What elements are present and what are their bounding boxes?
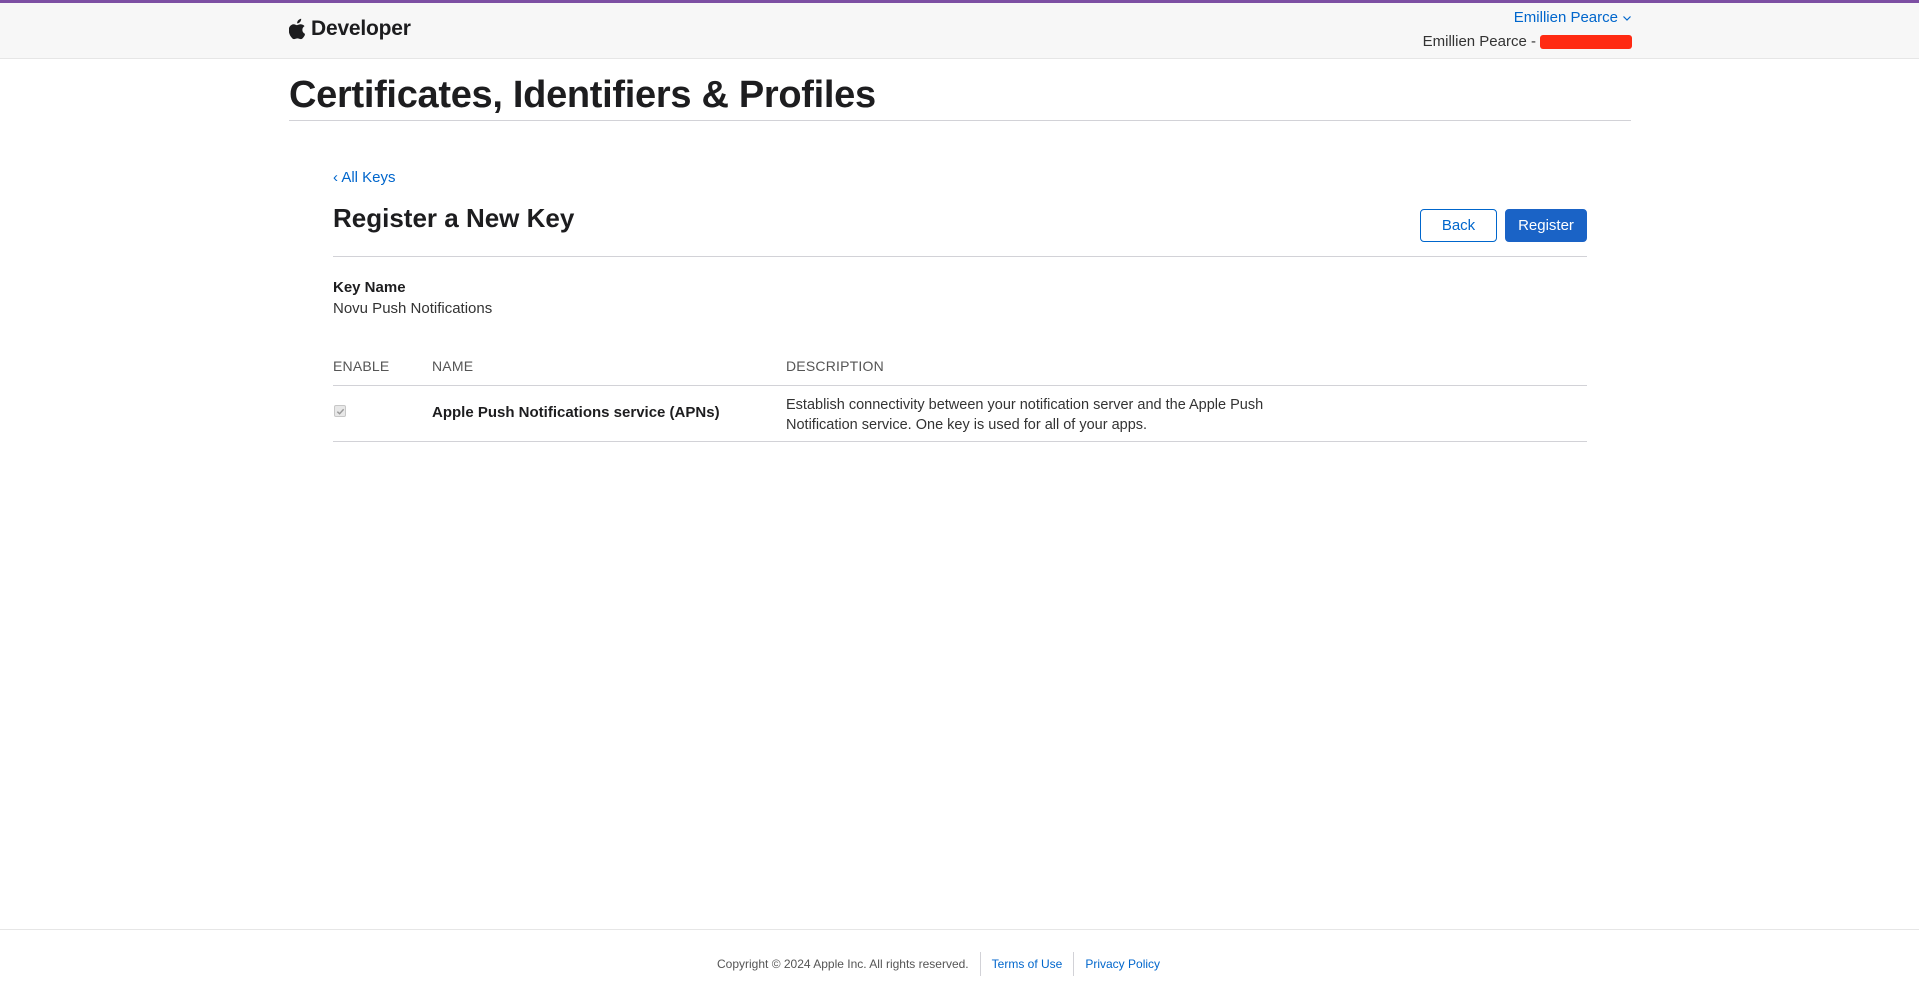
brand-text: Developer [311, 17, 411, 40]
footer-content: Copyright © 2024 Apple Inc. All rights r… [717, 952, 1160, 976]
table-row-divider [333, 441, 1587, 442]
apple-logo-icon [289, 18, 306, 40]
section-divider [333, 256, 1587, 257]
checkmark-icon [336, 408, 344, 415]
enable-checkbox[interactable] [334, 405, 346, 417]
developer-brand[interactable]: Developer [289, 17, 411, 41]
account-menu: Emillien Pearce Emillien Pearce - [1423, 9, 1632, 50]
terms-of-use-link[interactable]: Terms of Use [992, 957, 1063, 971]
all-keys-link[interactable]: ‹ All Keys [333, 169, 396, 186]
redacted-team-id [1540, 34, 1632, 49]
register-button[interactable]: Register [1505, 209, 1587, 242]
account-name: Emillien Pearce [1513, 9, 1618, 26]
team-name: Emillien Pearce - [1422, 33, 1536, 50]
key-name-label: Key Name [333, 279, 406, 296]
back-button[interactable]: Back [1420, 209, 1497, 242]
key-name-value: Novu Push Notifications [333, 300, 493, 317]
service-description: Establish connectivity between your noti… [786, 397, 1264, 433]
title-divider [289, 120, 1631, 121]
privacy-policy-link[interactable]: Privacy Policy [1085, 957, 1160, 971]
page-title: Certificates, Identifiers & Profiles [289, 74, 876, 116]
footer-separator [979, 952, 981, 976]
service-name: Apple Push Notifications service (APNs) [432, 404, 720, 421]
account-dropdown[interactable]: Emillien Pearce [1514, 9, 1632, 26]
footer-separator [1073, 952, 1075, 976]
copyright-text: Copyright © 2024 Apple Inc. All rights r… [717, 957, 969, 971]
global-nav: Developer Emillien Pearce Emillien Pearc… [0, 3, 1919, 59]
table-header-divider [333, 385, 1587, 386]
column-header-description: DESCRIPTION [786, 358, 884, 374]
column-header-enable: ENABLE [333, 358, 390, 374]
chevron-down-icon [1623, 15, 1631, 21]
team-line: Emillien Pearce - [1423, 33, 1632, 50]
section-title: Register a New Key [333, 203, 575, 233]
column-header-name: NAME [432, 358, 474, 374]
footer: Copyright © 2024 Apple Inc. All rights r… [0, 929, 1919, 997]
